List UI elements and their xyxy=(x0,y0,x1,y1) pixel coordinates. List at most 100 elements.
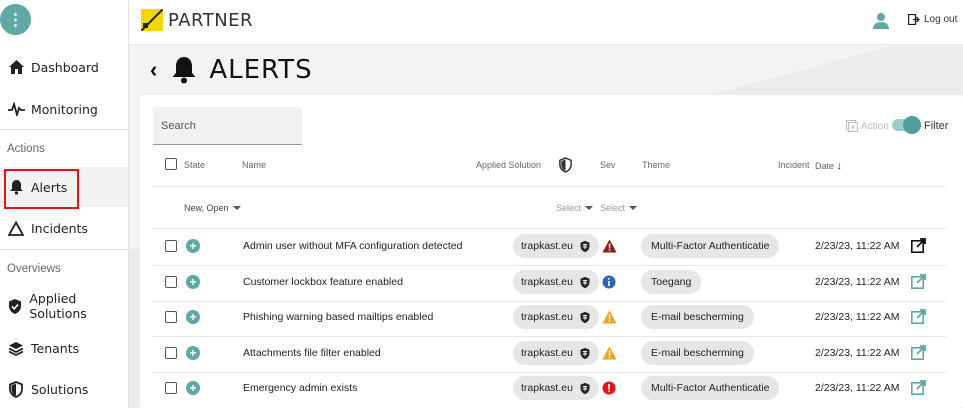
brand-logo[interactable]: PARTNER xyxy=(141,9,253,31)
alert-name[interactable]: Phishing warning based mailtips enabled xyxy=(243,311,433,323)
alert-date: 2/23/23, 11:22 AM xyxy=(815,311,900,323)
theme-label: Multi-Factor Authenticatie xyxy=(651,240,770,252)
more-vertical-icon: ⋮ xyxy=(7,11,24,29)
row-checkbox[interactable] xyxy=(165,240,177,252)
sidebar-item-alerts[interactable]: Alerts xyxy=(0,167,128,209)
alert-name[interactable]: Customer lockbox feature enabled xyxy=(243,276,403,288)
sidebar: ⋮ Dashboard Monitoring Actions Alerts In… xyxy=(0,0,129,408)
severity-info-icon xyxy=(602,275,616,289)
open-external-icon[interactable] xyxy=(911,238,926,253)
sidebar-item-label: Alerts xyxy=(31,179,68,195)
column-header-applied-solution[interactable]: Applied Solution xyxy=(476,160,541,170)
theme-chip: Multi-Factor Authenticatie xyxy=(641,234,780,258)
tenant-label: trapkast.eu xyxy=(521,275,573,288)
divider xyxy=(153,371,946,373)
expand-row-plus-icon[interactable]: + xyxy=(186,239,200,253)
caret-down-icon xyxy=(232,206,241,210)
divider xyxy=(153,300,946,302)
shield-badge-icon xyxy=(579,240,591,253)
column-header-state[interactable]: State xyxy=(184,160,205,170)
tenant-chip[interactable]: trapkast.eu xyxy=(513,269,599,294)
column-header-theme[interactable]: Theme xyxy=(642,160,670,170)
caret-down-icon xyxy=(629,206,638,210)
sidebar-item-label: Applied Solutions xyxy=(29,291,87,321)
bell-icon xyxy=(7,178,25,196)
top-bar: PARTNER Log out xyxy=(129,0,963,45)
shield-badge-icon xyxy=(579,311,591,324)
search-input[interactable]: Search xyxy=(153,107,302,145)
page-title: ALERTS xyxy=(209,55,313,85)
theme-label: Multi-Factor Authenticatie xyxy=(651,382,770,394)
shield-column-icon xyxy=(559,157,572,173)
theme-label: Toegang xyxy=(651,275,692,288)
sidebar-item-monitoring[interactable]: Monitoring xyxy=(0,89,128,129)
alert-date: 2/23/23, 11:22 AM xyxy=(815,275,900,288)
sort-down-icon: ↓ xyxy=(836,160,843,172)
divider xyxy=(153,228,946,229)
theme-chip: E-mail bescherming xyxy=(641,305,754,329)
section-label-overviews: Overviews xyxy=(7,263,61,275)
logo-icon xyxy=(141,9,163,31)
logout-label: Log out xyxy=(924,14,958,25)
tenant-chip[interactable]: trapkast.eu xyxy=(513,305,599,329)
select-all-checkbox[interactable] xyxy=(165,158,177,170)
row-checkbox[interactable] xyxy=(165,311,177,323)
row-checkbox[interactable] xyxy=(165,382,177,394)
sidebar-item-incidents[interactable]: Incidents xyxy=(0,208,128,248)
expand-row-plus-icon[interactable]: + xyxy=(186,274,200,289)
expand-row-plus-icon[interactable]: + xyxy=(186,310,200,324)
open-external-icon[interactable] xyxy=(911,344,926,360)
divider xyxy=(0,129,128,130)
tenant-chip[interactable]: trapkast.eu xyxy=(513,376,599,400)
alert-name[interactable]: Emergency admin exists xyxy=(243,382,357,394)
sev-filter-select[interactable]: Select xyxy=(600,203,638,213)
sidebar-item-label: Incidents xyxy=(31,220,88,236)
sidebar-item-label: Tenants xyxy=(31,340,80,356)
column-header-date[interactable]: Date ↓ xyxy=(815,160,842,172)
sidebar-item-tenants[interactable]: Tenants xyxy=(0,328,128,368)
expand-row-plus-icon[interactable]: + xyxy=(186,345,200,360)
shield-badge-icon xyxy=(579,347,591,359)
sidebar-item-solutions[interactable]: Solutions xyxy=(0,369,128,408)
triangle-icon xyxy=(7,219,25,237)
state-filter-select[interactable]: New, Open xyxy=(184,203,241,213)
alert-name[interactable]: Admin user without MFA configuration det… xyxy=(243,240,462,252)
tenant-label: trapkast.eu xyxy=(521,240,573,252)
user-icon[interactable] xyxy=(872,12,890,30)
row-checkbox[interactable] xyxy=(165,275,177,288)
row-checkbox[interactable] xyxy=(165,346,177,359)
alert-name[interactable]: Attachments file filter enabled xyxy=(243,347,381,359)
shield-check-icon xyxy=(7,297,23,315)
tenant-chip[interactable]: trapkast.eu xyxy=(513,234,599,258)
sidebar-item-label: Monitoring xyxy=(31,101,98,117)
tenant-label: trapkast.eu xyxy=(521,311,573,323)
column-header-incident[interactable]: Incident xyxy=(778,160,810,170)
open-external-icon[interactable] xyxy=(911,273,926,289)
sidebar-item-label: Dashboard xyxy=(31,59,99,75)
sidebar-item-dashboard[interactable]: Dashboard xyxy=(0,47,128,87)
column-header-name[interactable]: Name xyxy=(242,160,266,170)
theme-label: E-mail bescherming xyxy=(651,311,744,323)
logout-button[interactable]: Log out xyxy=(908,14,957,25)
tenant-chip[interactable]: trapkast.eu xyxy=(513,340,599,365)
state-filter-value: New, Open xyxy=(184,203,229,213)
section-label-actions: Actions xyxy=(7,143,45,155)
menu-button[interactable]: ⋮ xyxy=(0,4,31,35)
theme-chip: Multi-Factor Authenticatie xyxy=(641,376,780,400)
severity-warning-icon xyxy=(602,310,617,324)
severity-critical-icon xyxy=(602,381,616,395)
action-button[interactable]: Action xyxy=(846,120,889,132)
solution-filter-select[interactable]: Select xyxy=(556,203,594,213)
sidebar-item-applied-solutions[interactable]: Applied Solutions xyxy=(0,286,128,326)
back-chevron-icon[interactable]: ‹ xyxy=(150,57,157,83)
open-external-icon[interactable] xyxy=(911,309,926,324)
theme-chip: Toegang xyxy=(641,269,702,294)
theme-label: E-mail bescherming xyxy=(651,346,744,359)
open-external-icon[interactable] xyxy=(911,380,926,395)
filter-label: Filter xyxy=(924,120,949,132)
filter-toggle[interactable] xyxy=(892,116,921,134)
solution-filter-value: Select xyxy=(556,203,582,213)
expand-row-plus-icon[interactable]: + xyxy=(186,381,200,395)
column-header-sev[interactable]: Sev xyxy=(600,160,616,170)
shield-badge-icon xyxy=(579,382,591,395)
